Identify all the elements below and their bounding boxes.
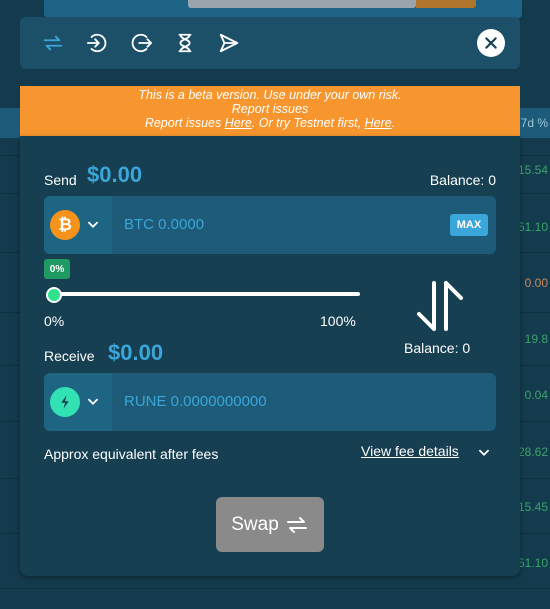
- background-column-header: 7d %: [520, 116, 548, 130]
- background-cell: 19.8: [524, 332, 548, 346]
- btc-icon: ₿: [50, 210, 80, 240]
- swap-icon: [286, 516, 307, 533]
- background-cell: 15.45: [517, 500, 548, 514]
- background-cell: 51.10: [517, 556, 548, 570]
- send-amount-input[interactable]: BTC 0.0000: [124, 216, 204, 233]
- max-button[interactable]: MAX: [450, 214, 488, 236]
- beta-warning-banner: This is a beta version. Use under your o…: [20, 86, 520, 136]
- login-icon[interactable]: [84, 30, 110, 56]
- fee-note: Approx equivalent after fees: [44, 446, 219, 462]
- background-cell: 0.04: [524, 388, 548, 402]
- background-row-divider: [0, 588, 550, 589]
- swap-toolbar: [20, 17, 520, 69]
- banner-text: . Or try Testnet first,: [251, 116, 365, 130]
- receive-amount-input[interactable]: RUNE 0.0000000000: [124, 393, 267, 410]
- receive-usd-amount: $0.00: [108, 340, 164, 365]
- view-fee-details-link[interactable]: View fee details: [361, 443, 459, 459]
- receive-balance: Balance: 0: [404, 340, 471, 356]
- send-usd-amount: $0.00: [87, 162, 143, 187]
- send-icon[interactable]: [216, 30, 242, 56]
- send-label: Send: [44, 172, 77, 188]
- slider-max-label: 100%: [320, 313, 356, 329]
- send-balance: Balance: 0: [429, 172, 496, 188]
- swap-button-label: Swap: [231, 513, 279, 535]
- slider-min-label: 0%: [44, 313, 65, 329]
- hourglass-icon[interactable]: [172, 30, 198, 56]
- close-button[interactable]: [477, 29, 505, 57]
- receive-asset-field: RUNE 0.0000000000: [44, 373, 496, 431]
- close-icon: [485, 37, 497, 49]
- banner-line-3: Report issues Here. Or try Testnet first…: [20, 116, 520, 130]
- background-cell: 0.00: [524, 276, 548, 290]
- banner-line-1: This is a beta version. Use under your o…: [138, 88, 402, 102]
- background-cell: 51.10: [517, 220, 548, 234]
- background-cell: 28.62: [517, 445, 548, 459]
- background-address-input: [188, 0, 416, 8]
- receive-label: Receive: [44, 348, 95, 364]
- chevron-down-icon[interactable]: [477, 446, 491, 460]
- testnet-link[interactable]: Here: [365, 116, 392, 130]
- background-cell: 15.54: [517, 163, 548, 177]
- chevron-down-icon: [88, 221, 98, 228]
- amount-slider[interactable]: [52, 292, 360, 296]
- banner-text: Report issues: [144, 116, 225, 130]
- percent-badge: 0%: [44, 259, 70, 279]
- chevron-down-icon: [88, 398, 98, 405]
- slider-handle[interactable]: [46, 287, 62, 303]
- swap-icon[interactable]: [40, 30, 66, 56]
- send-asset-selector[interactable]: ₿: [44, 196, 112, 254]
- background-address-button: [416, 0, 476, 8]
- banner-text: .: [391, 116, 396, 130]
- banner-line-2: Report issues: [231, 102, 309, 116]
- logout-icon[interactable]: [128, 30, 154, 56]
- report-issues-link[interactable]: Here: [225, 116, 252, 130]
- receive-asset-selector[interactable]: [44, 373, 112, 431]
- send-asset-field: ₿ BTC 0.0000 MAX: [44, 196, 496, 254]
- swap-button[interactable]: Swap: [216, 497, 324, 552]
- rune-icon: [50, 387, 80, 417]
- swap-direction-icon[interactable]: [410, 277, 470, 335]
